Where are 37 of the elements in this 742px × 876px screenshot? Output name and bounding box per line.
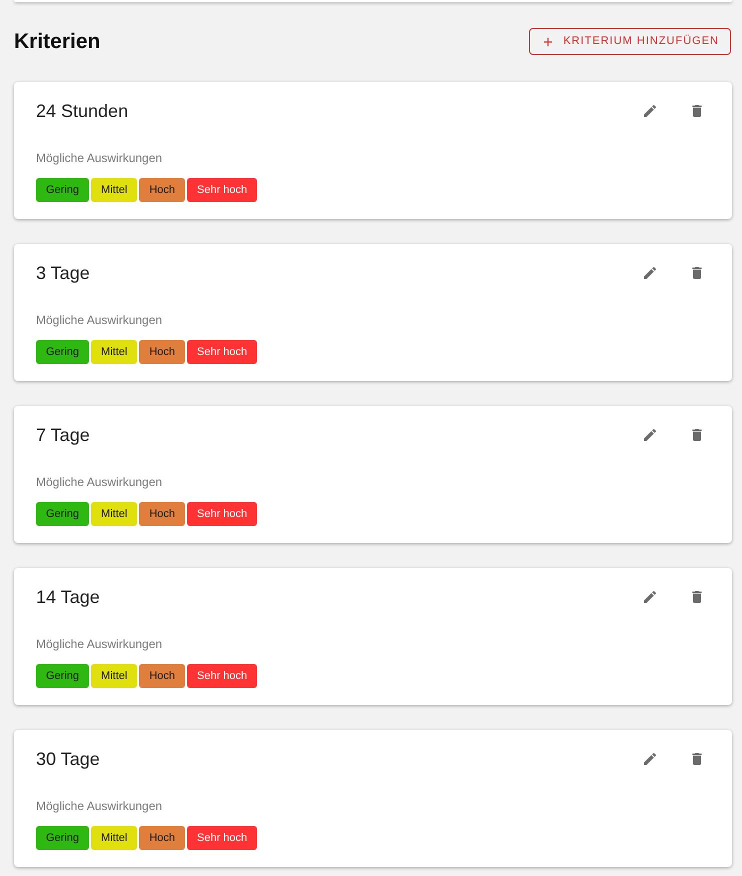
- pencil-icon: [642, 589, 658, 605]
- impacts-label: Mögliche Auswirkungen: [36, 636, 164, 652]
- impact-tag: Gering: [36, 826, 90, 850]
- pencil-icon: [642, 751, 658, 767]
- impact-tag: Hoch: [139, 178, 185, 202]
- criterion-title: 3 Tage: [36, 262, 90, 285]
- impact-tag: Sehr hoch: [187, 664, 258, 688]
- criterion-title: 14 Tage: [36, 586, 100, 609]
- impact-tag: Hoch: [139, 664, 185, 688]
- impact-tag: Hoch: [139, 340, 185, 364]
- impacts-label: Mögliche Auswirkungen: [36, 474, 164, 490]
- criterion-title: 24 Stunden: [36, 100, 128, 123]
- impact-tag: Sehr hoch: [187, 340, 258, 364]
- impact-tag: Gering: [36, 664, 90, 688]
- impact-tag: Sehr hoch: [187, 178, 258, 202]
- impact-tag: Hoch: [139, 826, 185, 850]
- impact-tag: Gering: [36, 178, 90, 202]
- impact-tag: Gering: [36, 340, 90, 364]
- impact-tag: Mittel: [91, 178, 138, 202]
- pencil-icon: [642, 427, 658, 443]
- add-criterion-button[interactable]: KRITERIUM HINZUFÜGEN: [529, 28, 731, 55]
- pencil-icon: [642, 265, 658, 281]
- impact-tag: Gering: [36, 502, 90, 526]
- impact-tag: Hoch: [139, 502, 185, 526]
- impacts-label: Mögliche Auswirkungen: [36, 150, 164, 166]
- impact-tag: Mittel: [91, 664, 138, 688]
- section-title: Kriterien: [14, 29, 100, 55]
- impact-tag: Mittel: [91, 826, 138, 850]
- impact-tag: Sehr hoch: [187, 826, 258, 850]
- impact-tag: Mittel: [91, 340, 138, 364]
- impact-tag: Sehr hoch: [187, 502, 258, 526]
- impacts-label: Mögliche Auswirkungen: [36, 798, 164, 814]
- impact-tag: Mittel: [91, 502, 138, 526]
- impacts-label: Mögliche Auswirkungen: [36, 312, 164, 328]
- pencil-icon: [642, 103, 658, 119]
- criterion-title: 30 Tage: [36, 748, 100, 771]
- criterion-title: 7 Tage: [36, 424, 90, 447]
